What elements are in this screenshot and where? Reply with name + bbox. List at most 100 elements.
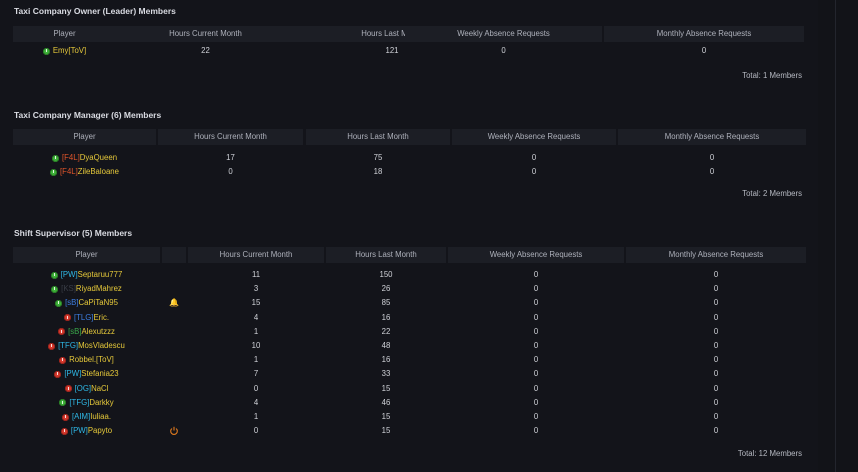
column-header[interactable]: Weekly Absence Requests (448, 247, 624, 263)
player-name[interactable]: Emy[ToV] (53, 44, 86, 58)
column-header[interactable]: Hours Current Month (158, 129, 303, 145)
player-cell[interactable]: [F4L]DyaQueen (13, 151, 156, 165)
monthly-cell: 0 (713, 426, 719, 436)
player-cell[interactable]: [F4L]ZileBaloane (13, 165, 156, 179)
members-total: Total: 1 Members (742, 71, 802, 80)
row-icon-cell (162, 325, 186, 339)
hours-current-cell: 4 (253, 312, 259, 322)
monthly-cell: 0 (713, 355, 719, 365)
column-header[interactable]: Monthly Absence Requests (618, 129, 806, 145)
player-cell[interactable]: [PW]Septaruu777 (13, 268, 160, 282)
offline-status-icon (48, 342, 56, 350)
hours-last-cell: 48 (381, 341, 391, 350)
weekly-cell: 0 (533, 284, 539, 294)
player-name[interactable]: [TFG]Darkky (69, 396, 113, 410)
hours-last-cell: 26 (381, 284, 391, 294)
members-total: Total: 2 Members (742, 189, 802, 198)
player-name[interactable]: [sB]CaPiTaN95 (65, 296, 118, 310)
hours-current-cell: 7 (253, 369, 259, 379)
player-cell[interactable]: [TFG]MosVladescu (13, 339, 160, 353)
player-name[interactable]: [AIM]Iuliaa. (72, 410, 111, 424)
player-name[interactable]: [PW]Stefania23 (64, 367, 118, 381)
player-cell[interactable]: [PW]Papyto (13, 424, 160, 438)
offline-status-icon (59, 356, 67, 364)
player-cell[interactable]: [TFG]Darkky (13, 396, 160, 410)
column-header[interactable]: Monthly Absence Requests (604, 26, 804, 42)
online-status-icon (59, 399, 67, 407)
player-cell[interactable]: [TLG]Eric. (13, 311, 160, 325)
player-cell[interactable]: Robbel.[ToV] (13, 353, 160, 367)
player-cell[interactable]: [sB]CaPiTaN95 (13, 296, 160, 310)
column-header[interactable]: Player (13, 129, 156, 145)
hours-current-cell: 0 (228, 167, 233, 176)
player-cell[interactable]: [KS]RiyadMahrez (13, 282, 160, 296)
power-icon[interactable] (169, 424, 179, 438)
weekly-cell: 0 (501, 46, 506, 55)
table-header: Player Hours Current Month Hours Last Mont… (8, 247, 806, 263)
player-name[interactable]: [F4L]ZileBaloane (60, 165, 119, 179)
player-cell[interactable]: [sB]Alexutzzz (13, 325, 160, 339)
row-icon-cell (162, 282, 186, 296)
column-header[interactable]: Hours Current Month (188, 247, 324, 263)
monthly-cell: 0 (713, 383, 719, 393)
scrollbar-track[interactable] (835, 0, 836, 472)
player-name-text: Papyto (87, 426, 113, 436)
table-header: Player Hours Current Month Hours Last Mont… (8, 129, 806, 145)
monthly-cell: 0 (709, 167, 715, 176)
offline-status-icon (64, 385, 72, 393)
player-name[interactable]: [KS]RiyadMahrez (61, 282, 122, 296)
player-cell[interactable]: [OG]NaCl (13, 382, 160, 396)
player-name[interactable]: [TFG]MosVladescu (58, 339, 125, 353)
weekly-cell: 0 (533, 369, 539, 379)
player-cell[interactable]: [AIM]Iuliaa. (13, 410, 160, 424)
column-header[interactable]: Player (13, 26, 116, 42)
column-header[interactable]: Monthly Absence Requests (626, 247, 806, 263)
column-header[interactable]: Hours Last Month (326, 247, 446, 263)
clan-tag: [TFG] (69, 397, 90, 407)
hours-last-cell: 46 (381, 397, 391, 407)
player-name[interactable]: [TLG]Eric. (74, 311, 109, 325)
player-name[interactable]: [F4L]DyaQueen (62, 151, 117, 165)
column-header[interactable]: Hours Current Month (113, 26, 298, 42)
clan-tag: [PW] (60, 270, 78, 279)
table-row: [OG]NaCl 0 15 0 0 (8, 382, 806, 396)
hours-current-cell: 17 (226, 153, 235, 162)
weekly-cell: 0 (533, 270, 539, 279)
weekly-cell: 0 (531, 167, 537, 176)
weekly-cell: 0 (533, 341, 539, 350)
clan-tag: [AIM] (71, 412, 91, 421)
monthly-cell: 0 (713, 369, 719, 379)
hours-last-cell: 150 (379, 270, 393, 279)
table-row: [AIM]Iuliaa. 1 15 0 0 (8, 410, 806, 424)
hours-last-cell: 22 (381, 326, 391, 336)
player-name[interactable]: [PW]Papyto (71, 424, 112, 438)
column-header[interactable]: Hours Last Month (306, 129, 450, 145)
player-cell[interactable]: Emy[ToV] (13, 44, 116, 58)
player-name[interactable]: Robbel.[ToV] (69, 353, 114, 367)
monthly-cell: 0 (701, 46, 707, 55)
column-header[interactable] (162, 247, 186, 263)
hours-last-cell: 18 (373, 167, 383, 176)
weekly-cell: 0 (533, 355, 539, 365)
monthly-cell: 0 (713, 298, 719, 308)
player-cell[interactable]: [PW]Stefania23 (13, 367, 160, 381)
row-icon-cell (162, 396, 186, 410)
clan-tag: [OG] (74, 383, 92, 393)
hours-current-cell: 10 (251, 341, 261, 350)
player-name[interactable]: [OG]NaCl (75, 382, 109, 396)
player-name[interactable]: [PW]Septaruu777 (61, 268, 123, 282)
column-header[interactable]: Weekly Absence Requests (405, 26, 602, 42)
player-name[interactable]: [sB]Alexutzzz (68, 325, 115, 339)
player-name-text: ZileBaloane (77, 167, 119, 176)
hours-last-cell: 85 (381, 298, 391, 308)
table-row: [F4L]ZileBaloane 0 18 0 0 (8, 165, 806, 179)
table-row: [KS]RiyadMahrez 3 26 0 0 (8, 282, 806, 296)
bell-icon[interactable]: 🔔 (169, 298, 179, 307)
online-status-icon (51, 285, 59, 293)
weekly-cell: 0 (533, 298, 539, 308)
row-icon-cell (162, 410, 186, 424)
column-header[interactable]: Player (13, 247, 160, 263)
column-header[interactable]: Weekly Absence Requests (452, 129, 616, 145)
table-row: [sB]Alexutzzz 1 22 0 0 (8, 325, 806, 339)
clan-tag: [PW] (64, 369, 82, 379)
